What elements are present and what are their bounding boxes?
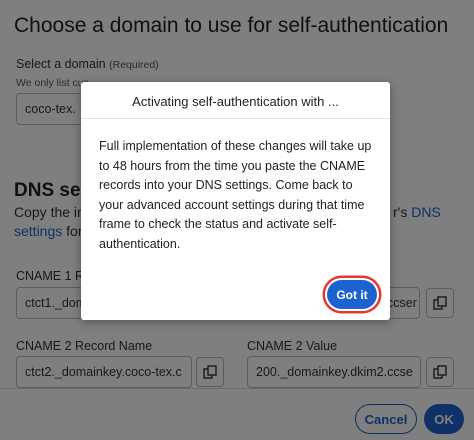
activation-dialog: Activating self-authentication with ... … <box>81 82 390 320</box>
dialog-divider <box>81 118 390 119</box>
dialog-title: Activating self-authentication with ... <box>132 94 339 109</box>
got-it-button[interactable]: Got it <box>327 280 377 309</box>
dialog-message: Full implementation of these changes wil… <box>99 139 372 251</box>
